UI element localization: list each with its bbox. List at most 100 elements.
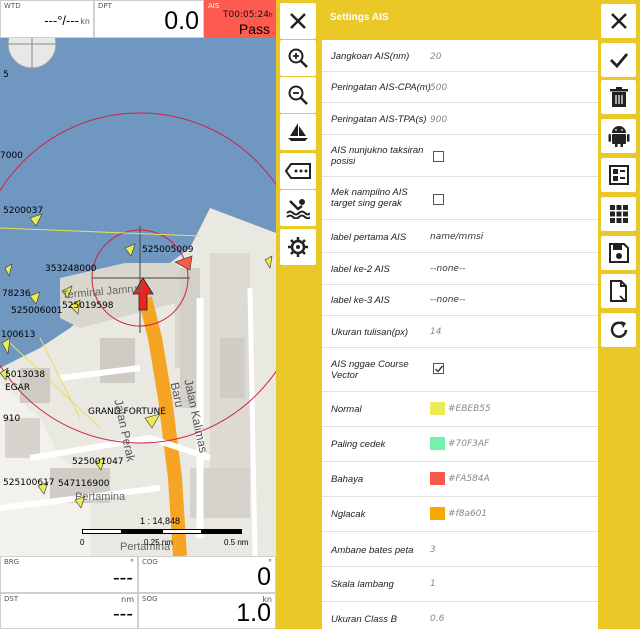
zoom-in-button[interactable]: [280, 40, 316, 76]
save-icon: [608, 243, 629, 263]
refresh-button[interactable]: [601, 313, 636, 347]
setting-label: Peringatan AIS-CPA(m): [331, 82, 431, 93]
setting-class-b-size[interactable]: Ukuran Class B 0.6: [322, 602, 598, 629]
wtd-value: ---°/---: [44, 13, 79, 28]
color-swatch[interactable]: [430, 507, 445, 520]
dst-box[interactable]: DST nm ---: [0, 593, 138, 629]
color-swatch[interactable]: [430, 402, 445, 415]
close-map-button[interactable]: [280, 3, 316, 39]
setting-ais-cpa[interactable]: Peringatan AIS-CPA(m) 500: [322, 72, 598, 103]
close-icon: [290, 13, 306, 29]
settings-list[interactable]: Jangkoan AIS(nm) 20 Peringatan AIS-CPA(m…: [322, 40, 598, 629]
ship-label[interactable]: 525001047: [72, 457, 124, 467]
ship-label[interactable]: 910: [3, 414, 20, 424]
setting-value: 3: [430, 545, 436, 555]
export-button[interactable]: [601, 274, 636, 308]
sog-box[interactable]: SOG kn 1.0: [138, 593, 276, 629]
grid-button[interactable]: [601, 197, 636, 231]
dst-label: DST: [4, 595, 19, 603]
setting-label: Normal: [331, 404, 362, 415]
setting-first-label[interactable]: label pertama AIS name/mmsi: [322, 220, 598, 253]
setting-value: 500: [430, 83, 448, 93]
man-overboard-button[interactable]: [280, 190, 316, 226]
color-hex: #EBEB55: [448, 404, 491, 414]
scale-tick: 0: [80, 538, 85, 547]
android-button[interactable]: [601, 119, 636, 153]
color-hex: #70F3AF: [448, 439, 490, 449]
chart-map[interactable]: 5 7000 5200037 525005009 353248000 78236…: [0, 38, 276, 556]
setting-value: 14: [430, 327, 442, 337]
setting-label: Ukuran tulisan(px): [331, 327, 409, 338]
ais-box[interactable]: AIS T00:05:24h Pass: [204, 0, 276, 38]
setting-ais-tpa[interactable]: Peringatan AIS-TPA(s) 900: [322, 103, 598, 135]
setting-value: 900: [430, 115, 448, 125]
color-swatch[interactable]: [430, 437, 445, 450]
setting-checkbox-checked[interactable]: [433, 363, 444, 374]
setting-label: Paling cedek: [331, 439, 386, 450]
setting-color-tracking[interactable]: Nglacak #f8a601: [322, 497, 598, 532]
ship-label[interactable]: 78236: [2, 289, 31, 299]
setting-checkbox[interactable]: [433, 151, 444, 162]
close-settings-button[interactable]: [601, 4, 636, 38]
setting-show-moving-targets[interactable]: Mek nampilno AIS target sing gerak: [322, 177, 598, 220]
ship-label[interactable]: 525005009: [142, 245, 194, 255]
setting-symbol-scale[interactable]: Skala lambang 1: [322, 567, 598, 602]
ais-tag-button[interactable]: [280, 153, 316, 189]
ship-label[interactable]: 547116900: [58, 479, 110, 489]
ship-label[interactable]: 5200037: [3, 206, 43, 216]
cog-box[interactable]: COG ° 0: [138, 556, 276, 593]
color-swatch[interactable]: [430, 472, 445, 485]
setting-font-size[interactable]: Ukuran tulisan(px) 14: [322, 316, 598, 348]
setting-color-normal[interactable]: Normal #EBEB55: [322, 392, 598, 427]
setting-value: --none--: [430, 295, 466, 305]
ship-label[interactable]: 525019598: [62, 301, 114, 311]
confirm-button[interactable]: [601, 43, 636, 77]
setting-label: Ambane bates peta: [331, 545, 414, 556]
boat-button[interactable]: [280, 114, 316, 150]
setting-ais-range[interactable]: Jangkoan AIS(nm) 20: [322, 40, 598, 72]
wtd-box[interactable]: WTD ---°/--- kn: [0, 0, 94, 38]
ship-label[interactable]: 100613: [1, 330, 35, 340]
setting-label: label pertama AIS: [331, 232, 407, 243]
ship-label[interactable]: 7000: [0, 151, 23, 161]
save-button[interactable]: [601, 236, 636, 270]
ship-label[interactable]: 525006001: [11, 306, 63, 316]
grid-icon: [609, 205, 628, 223]
zoom-out-button[interactable]: [280, 77, 316, 113]
ais-time-value: T00:05:24: [223, 10, 269, 20]
cog-value: 0: [257, 563, 271, 591]
ship-label[interactable]: 525100617: [3, 478, 55, 488]
brg-value: ---: [113, 567, 133, 589]
ais-time: T00:05:24h: [223, 10, 273, 20]
setting-value: 1: [430, 579, 436, 589]
scale-tick: 0.25 nm: [144, 538, 173, 547]
man-overboard-icon: [286, 199, 310, 219]
setting-course-vector[interactable]: AIS nggae Course Vector: [322, 348, 598, 392]
brg-label: BRG: [4, 558, 20, 566]
setting-checkbox[interactable]: [433, 194, 444, 205]
dpt-box[interactable]: DPT 0.0: [94, 0, 204, 38]
ship-label[interactable]: EGAR: [5, 383, 30, 393]
setting-third-label[interactable]: label ke-3 AIS --none--: [322, 285, 598, 316]
dst-value: ---: [113, 603, 133, 625]
settings-title: Settings AIS: [320, 0, 598, 36]
setting-color-nearest[interactable]: Paling cedek #70F3AF: [322, 427, 598, 462]
setting-value: name/mmsi: [430, 232, 484, 242]
setting-show-estimated-position[interactable]: AIS nunjukno taksiran posisi: [322, 135, 598, 177]
check-mark-icon: [435, 365, 444, 373]
setting-color-danger[interactable]: Bahaya #FA584A: [322, 462, 598, 497]
brg-box[interactable]: BRG ° ---: [0, 556, 138, 593]
dashboard-button[interactable]: [601, 158, 636, 192]
ais-status: Pass: [238, 21, 270, 37]
ship-label[interactable]: 5: [3, 70, 9, 80]
ship-label[interactable]: 5013038: [5, 370, 45, 380]
sog-label: SOG: [142, 595, 158, 603]
setting-label: label ke-3 AIS: [331, 295, 390, 306]
setting-label: Bahaya: [331, 474, 364, 485]
delete-button[interactable]: [601, 80, 636, 114]
settings-toolbar: [598, 0, 640, 629]
ship-label[interactable]: 353248000: [45, 264, 97, 274]
settings-button[interactable]: [280, 229, 316, 265]
setting-second-label[interactable]: label ke-2 AIS --none--: [322, 253, 598, 285]
setting-map-border-width[interactable]: Ambane bates peta 3: [322, 532, 598, 567]
